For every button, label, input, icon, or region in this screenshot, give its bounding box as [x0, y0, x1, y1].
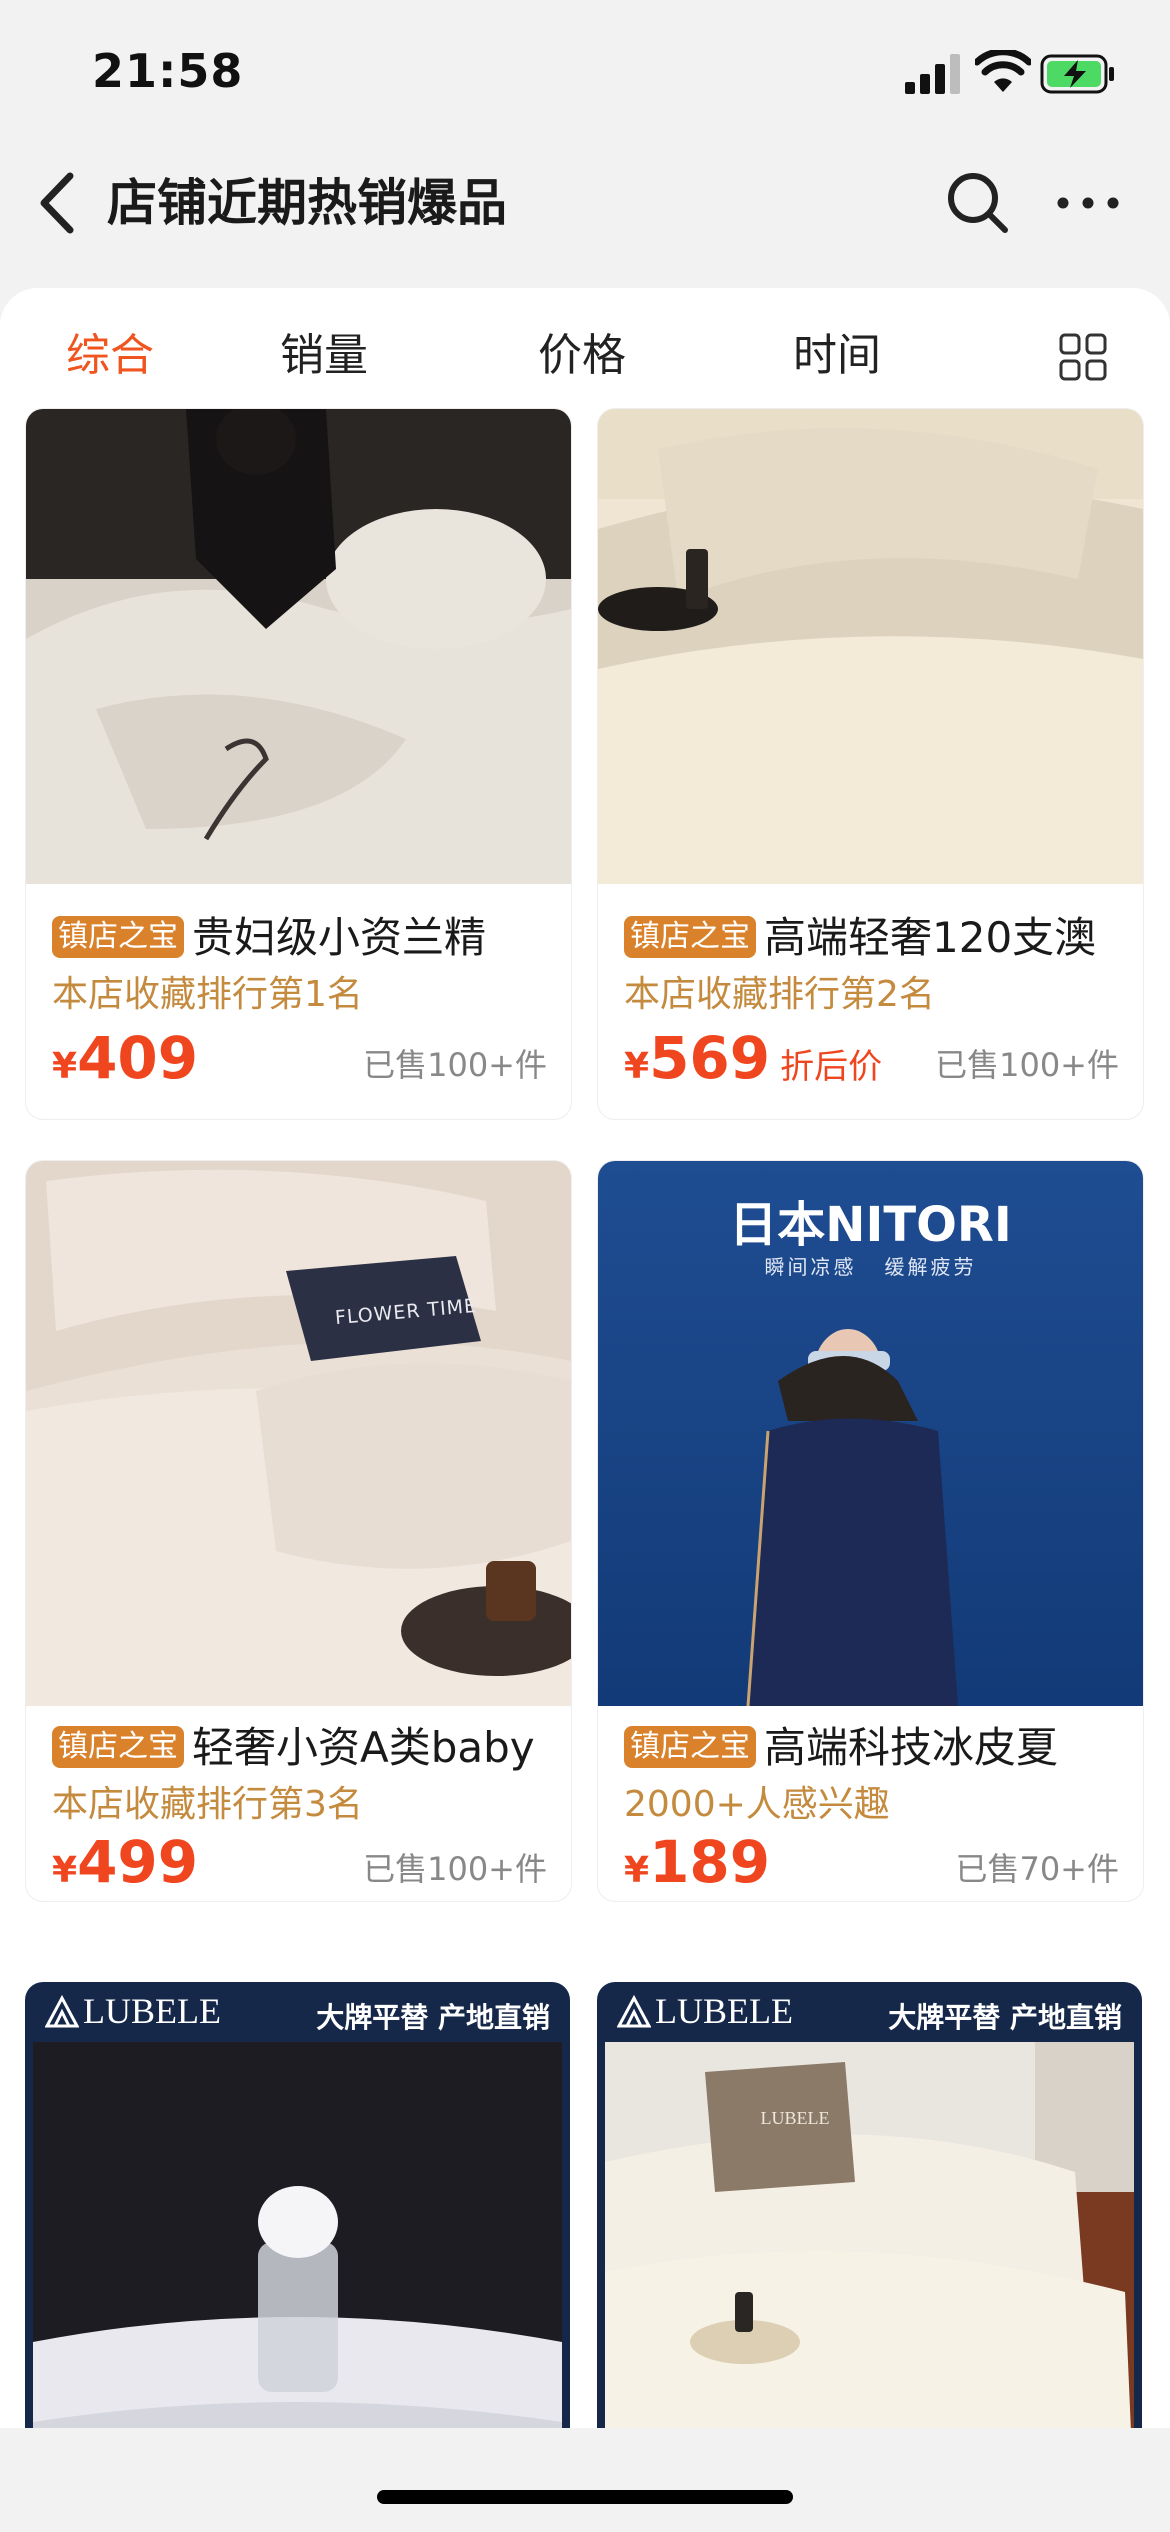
sort-tab-comprehensive[interactable]: 综合 [66, 326, 154, 386]
product-title: 高端轻奢120支澳 [764, 913, 1097, 962]
wifi-icon [975, 50, 1031, 92]
product-title: 贵妇级小资兰精 [192, 913, 487, 962]
product-price: ¥189 [624, 1826, 771, 1901]
sold-count: 已售70+件 [955, 1850, 1119, 1888]
home-indicator[interactable] [377, 2490, 793, 2504]
product-interest: 2000+人感兴趣 [624, 1784, 890, 1825]
sort-tab-sales[interactable]: 销量 [280, 326, 368, 386]
currency-symbol: ¥ [52, 1046, 78, 1087]
product-image [26, 409, 571, 884]
badge-store-treasure: 镇店之宝 [624, 1725, 756, 1768]
nitori-brand-text: 日本NITORI [729, 1197, 1012, 1253]
price-value: 499 [77, 1828, 199, 1896]
content-panel: 综合 销量 价格 时间 镇店之宝 贵妇级小资兰精 本店收藏排行第1名 ¥409 … [0, 288, 1170, 2428]
sort-tab-time[interactable]: 时间 [793, 326, 881, 386]
product-card[interactable]: LUBELE LUBELE 大牌平替 产地直销 [597, 1982, 1142, 2428]
product-image [33, 2042, 562, 2428]
cellular-signal-icon [905, 54, 960, 94]
more-options-icon[interactable] [1055, 190, 1121, 216]
product-info: 镇店之宝 高端科技冰皮夏 2000+人感兴趣 ¥189 已售70+件 [598, 1706, 1143, 1901]
badge-store-treasure: 镇店之宝 [52, 1725, 184, 1768]
sort-bar: 综合 销量 价格 时间 [0, 288, 1170, 408]
sort-tab-price[interactable]: 价格 [538, 326, 626, 386]
product-rank: 本店收藏排行第3名 [52, 1784, 363, 1825]
lubele-slogan-text: 大牌平替 产地直销 [316, 2001, 550, 2034]
sold-count: 已售100+件 [363, 1850, 547, 1888]
status-time: 21:58 [92, 44, 244, 98]
lubele-brand-text: LUBELE [83, 1991, 221, 2031]
lubele-logo-icon [617, 1994, 651, 2028]
product-card[interactable]: LUBELE 大牌平替 产地直销 [25, 1982, 570, 2428]
page-title: 店铺近期热销爆品 [107, 174, 507, 232]
battery-charging-icon [1040, 54, 1114, 94]
product-price: ¥569 折后价 [624, 1022, 882, 1103]
discount-price-label: 折后价 [780, 1047, 883, 1087]
product-price: ¥499 [52, 1826, 199, 1901]
price-value: 569 [649, 1024, 771, 1092]
product-rank: 本店收藏排行第2名 [624, 974, 935, 1015]
price-value: 189 [649, 1828, 771, 1896]
product-rank: 本店收藏排行第1名 [52, 974, 363, 1015]
pillow-brand-text: LUBELE [760, 2108, 830, 2128]
sold-count: 已售100+件 [935, 1046, 1119, 1084]
product-image [605, 2042, 1134, 2428]
price-value: 409 [77, 1024, 199, 1092]
currency-symbol: ¥ [624, 1046, 650, 1087]
product-info: 镇店之宝 高端轻奢120支澳 本店收藏排行第2名 ¥569 折后价 已售100+件 [598, 884, 1143, 1119]
sold-count: 已售100+件 [363, 1046, 547, 1084]
search-icon[interactable] [945, 170, 1011, 236]
lubele-brand-text: LUBELE [655, 1991, 793, 2031]
currency-symbol: ¥ [624, 1850, 650, 1891]
product-price: ¥409 [52, 1022, 198, 1103]
nitori-tagline-text: 瞬间凉感 缓解疲劳 [764, 1255, 977, 1279]
status-bar: 21:58 [0, 0, 1170, 150]
product-info: 镇店之宝 贵妇级小资兰精 本店收藏排行第1名 ¥409 已售100+件 [26, 884, 571, 1119]
product-title: 轻奢小资A类baby [192, 1723, 535, 1772]
product-image [26, 1161, 571, 1706]
product-card[interactable]: FLOWER TIME 镇店之宝 轻奢小资A类baby 本店收藏排行第3名 ¥49… [25, 1160, 572, 1902]
lubele-slogan-text: 大牌平替 产地直销 [888, 2001, 1122, 2034]
grid-view-icon[interactable] [1058, 332, 1108, 382]
product-image [598, 409, 1143, 884]
product-card[interactable]: 镇店之宝 高端轻奢120支澳 本店收藏排行第2名 ¥569 折后价 已售100+件 [597, 408, 1144, 1120]
lubele-logo-icon [45, 1994, 79, 2028]
currency-symbol: ¥ [52, 1850, 78, 1891]
product-info: 镇店之宝 轻奢小资A类baby 本店收藏排行第3名 ¥499 已售100+件 [26, 1706, 571, 1901]
product-card[interactable]: 日本NITORI 瞬间凉感 缓解疲劳 镇店之宝 高端科技冰皮夏 2000+人感兴趣… [597, 1160, 1144, 1902]
badge-store-treasure: 镇店之宝 [624, 915, 756, 958]
product-title: 高端科技冰皮夏 [764, 1723, 1059, 1772]
back-arrow-icon[interactable] [36, 170, 80, 236]
product-card[interactable]: 镇店之宝 贵妇级小资兰精 本店收藏排行第1名 ¥409 已售100+件 [25, 408, 572, 1120]
badge-store-treasure: 镇店之宝 [52, 915, 184, 958]
